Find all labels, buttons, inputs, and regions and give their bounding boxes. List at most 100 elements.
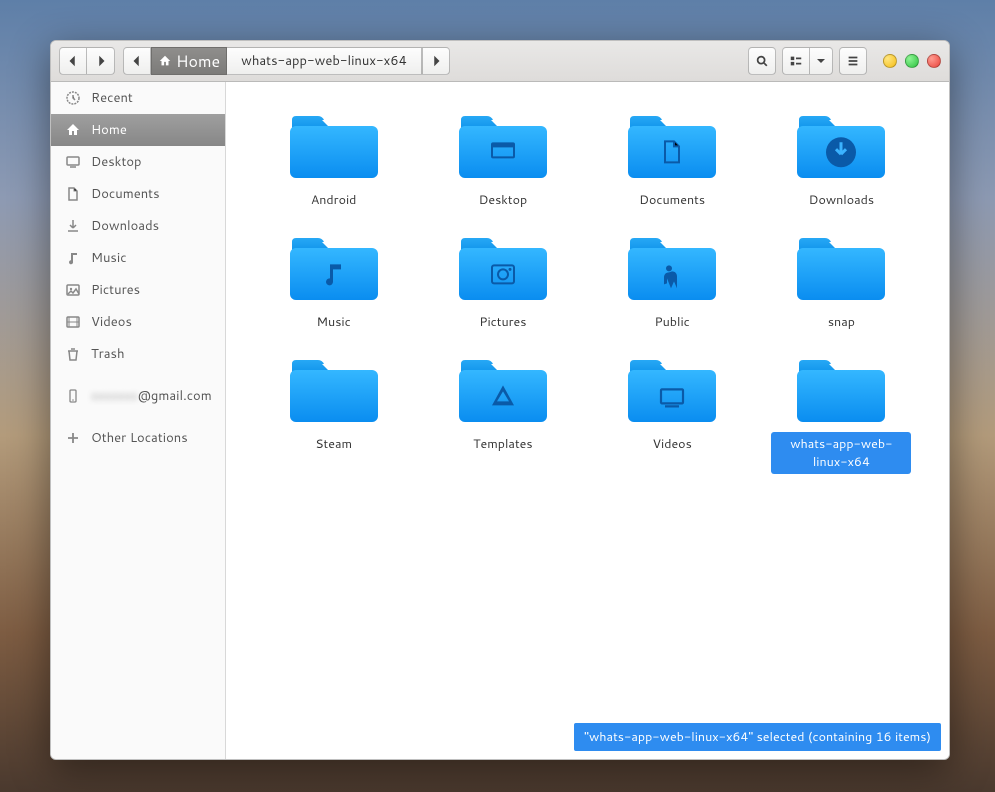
folder-item[interactable]: Public [602, 232, 742, 334]
folder-icon [455, 110, 551, 182]
path-segment-current[interactable]: whats-app-web-linux-x64 [227, 47, 422, 75]
sidebar-item-trash[interactable]: Trash [51, 338, 225, 370]
sidebar-item-label: Trash [91, 345, 125, 363]
status-bar: "whats-app-web-linux-x64" selected (cont… [574, 723, 941, 751]
list-view-icon [789, 54, 803, 68]
pictures-overlay-icon [488, 260, 518, 290]
sidebar-item-label: Recent [91, 89, 133, 107]
minimize-button[interactable] [883, 54, 897, 68]
videos-overlay-icon [657, 382, 687, 412]
view-dropdown-button[interactable] [810, 47, 833, 75]
hamburger-menu-button[interactable] [839, 47, 867, 75]
view-toggle-button[interactable] [782, 47, 810, 75]
folder-icon [286, 110, 382, 182]
documents-overlay-icon [657, 138, 687, 168]
home-icon [158, 54, 172, 68]
sidebar-item-music[interactable]: Music [51, 242, 225, 274]
folder-label: Desktop [473, 188, 534, 212]
folder-icon [793, 110, 889, 182]
folder-label: whats-app-web-linux-x64 [771, 432, 911, 474]
folder-label: Music [311, 310, 357, 334]
folder-icon [286, 354, 382, 426]
sidebar-item-label: Home [91, 121, 127, 139]
folder-label: Templates [467, 432, 539, 456]
folder-label: Steam [309, 432, 358, 456]
sidebar-item-label: Downloads [91, 217, 159, 235]
path-home-label: Home [176, 50, 220, 73]
pictures-icon [65, 282, 81, 298]
sidebar-item-pictures[interactable]: Pictures [51, 274, 225, 306]
sidebar-item-label: Music [91, 249, 127, 267]
trash-icon [65, 346, 81, 362]
sidebar-item-documents[interactable]: Documents [51, 178, 225, 210]
path-next-button[interactable] [422, 47, 450, 75]
back-button[interactable] [59, 47, 87, 75]
desktop-icon [65, 154, 81, 170]
videos-icon [65, 314, 81, 330]
folder-label: Downloads [803, 188, 880, 212]
folder-icon [624, 354, 720, 426]
sidebar-item-desktop[interactable]: Desktop [51, 146, 225, 178]
recent-icon [65, 90, 81, 106]
desktop-overlay-icon [488, 138, 518, 168]
chevron-left-icon [130, 54, 144, 68]
chevron-right-icon [94, 54, 108, 68]
chevron-right-icon [429, 54, 443, 68]
maximize-button[interactable] [905, 54, 919, 68]
music-icon [65, 250, 81, 266]
folder-label: Android [305, 188, 363, 212]
forward-button[interactable] [87, 47, 115, 75]
sidebar-item-label: Pictures [91, 281, 140, 299]
path-prev-button[interactable] [123, 47, 151, 75]
folder-icon [624, 232, 720, 304]
search-icon [755, 54, 769, 68]
folder-label: snap [822, 310, 861, 334]
search-button[interactable] [748, 47, 776, 75]
path-segment-home[interactable]: Home [151, 47, 227, 75]
chevron-down-icon [816, 56, 826, 66]
folder-icon [624, 110, 720, 182]
folder-label: Documents [633, 188, 711, 212]
folder-item[interactable]: Downloads [771, 110, 911, 212]
folder-item[interactable]: whats-app-web-linux-x64 [771, 354, 911, 474]
sidebar-item-downloads[interactable]: Downloads [51, 210, 225, 242]
folder-icon [455, 354, 551, 426]
sidebar-item-account[interactable]: xxxxxxx@gmail.com [51, 380, 225, 412]
folder-label: Public [648, 310, 695, 334]
music-overlay-icon [319, 260, 349, 290]
folder-item[interactable]: Android [264, 110, 404, 212]
path-bar: Home whats-app-web-linux-x64 [123, 47, 450, 75]
folder-label: Videos [646, 432, 697, 456]
folder-item[interactable]: Desktop [433, 110, 573, 212]
close-button[interactable] [927, 54, 941, 68]
documents-icon [65, 186, 81, 202]
sidebar-item-home[interactable]: Home [51, 114, 225, 146]
phone-icon [65, 388, 81, 404]
sidebar-item-other-locations[interactable]: Other Locations [51, 422, 225, 454]
folder-item[interactable]: Music [264, 232, 404, 334]
chevron-left-icon [66, 54, 80, 68]
file-manager-window: Home whats-app-web-linux-x64 Recent Home D… [50, 40, 950, 760]
folder-item[interactable]: Documents [602, 110, 742, 212]
folder-item[interactable]: Steam [264, 354, 404, 474]
sidebar: Recent Home Desktop Documents Downloads Music… [51, 82, 226, 759]
folder-item[interactable]: Templates [433, 354, 573, 474]
sidebar-item-label: Desktop [91, 153, 142, 171]
sidebar-item-videos[interactable]: Videos [51, 306, 225, 338]
folder-item[interactable]: snap [771, 232, 911, 334]
toolbar: Home whats-app-web-linux-x64 [51, 41, 949, 82]
templates-overlay-icon [488, 382, 518, 412]
folder-icon [455, 232, 551, 304]
folder-item[interactable]: Videos [602, 354, 742, 474]
window-controls [883, 54, 941, 68]
downloads-icon [65, 218, 81, 234]
folder-item[interactable]: Pictures [433, 232, 573, 334]
folder-icon [793, 354, 889, 426]
sidebar-item-recent[interactable]: Recent [51, 82, 225, 114]
public-overlay-icon [657, 260, 687, 290]
downloads-overlay-icon [822, 133, 860, 171]
sidebar-item-label: Other Locations [91, 429, 188, 447]
folder-icon [286, 232, 382, 304]
menu-icon [846, 54, 860, 68]
files-pane[interactable]: Android Desktop Documents Downloads Music Pic… [226, 82, 949, 759]
